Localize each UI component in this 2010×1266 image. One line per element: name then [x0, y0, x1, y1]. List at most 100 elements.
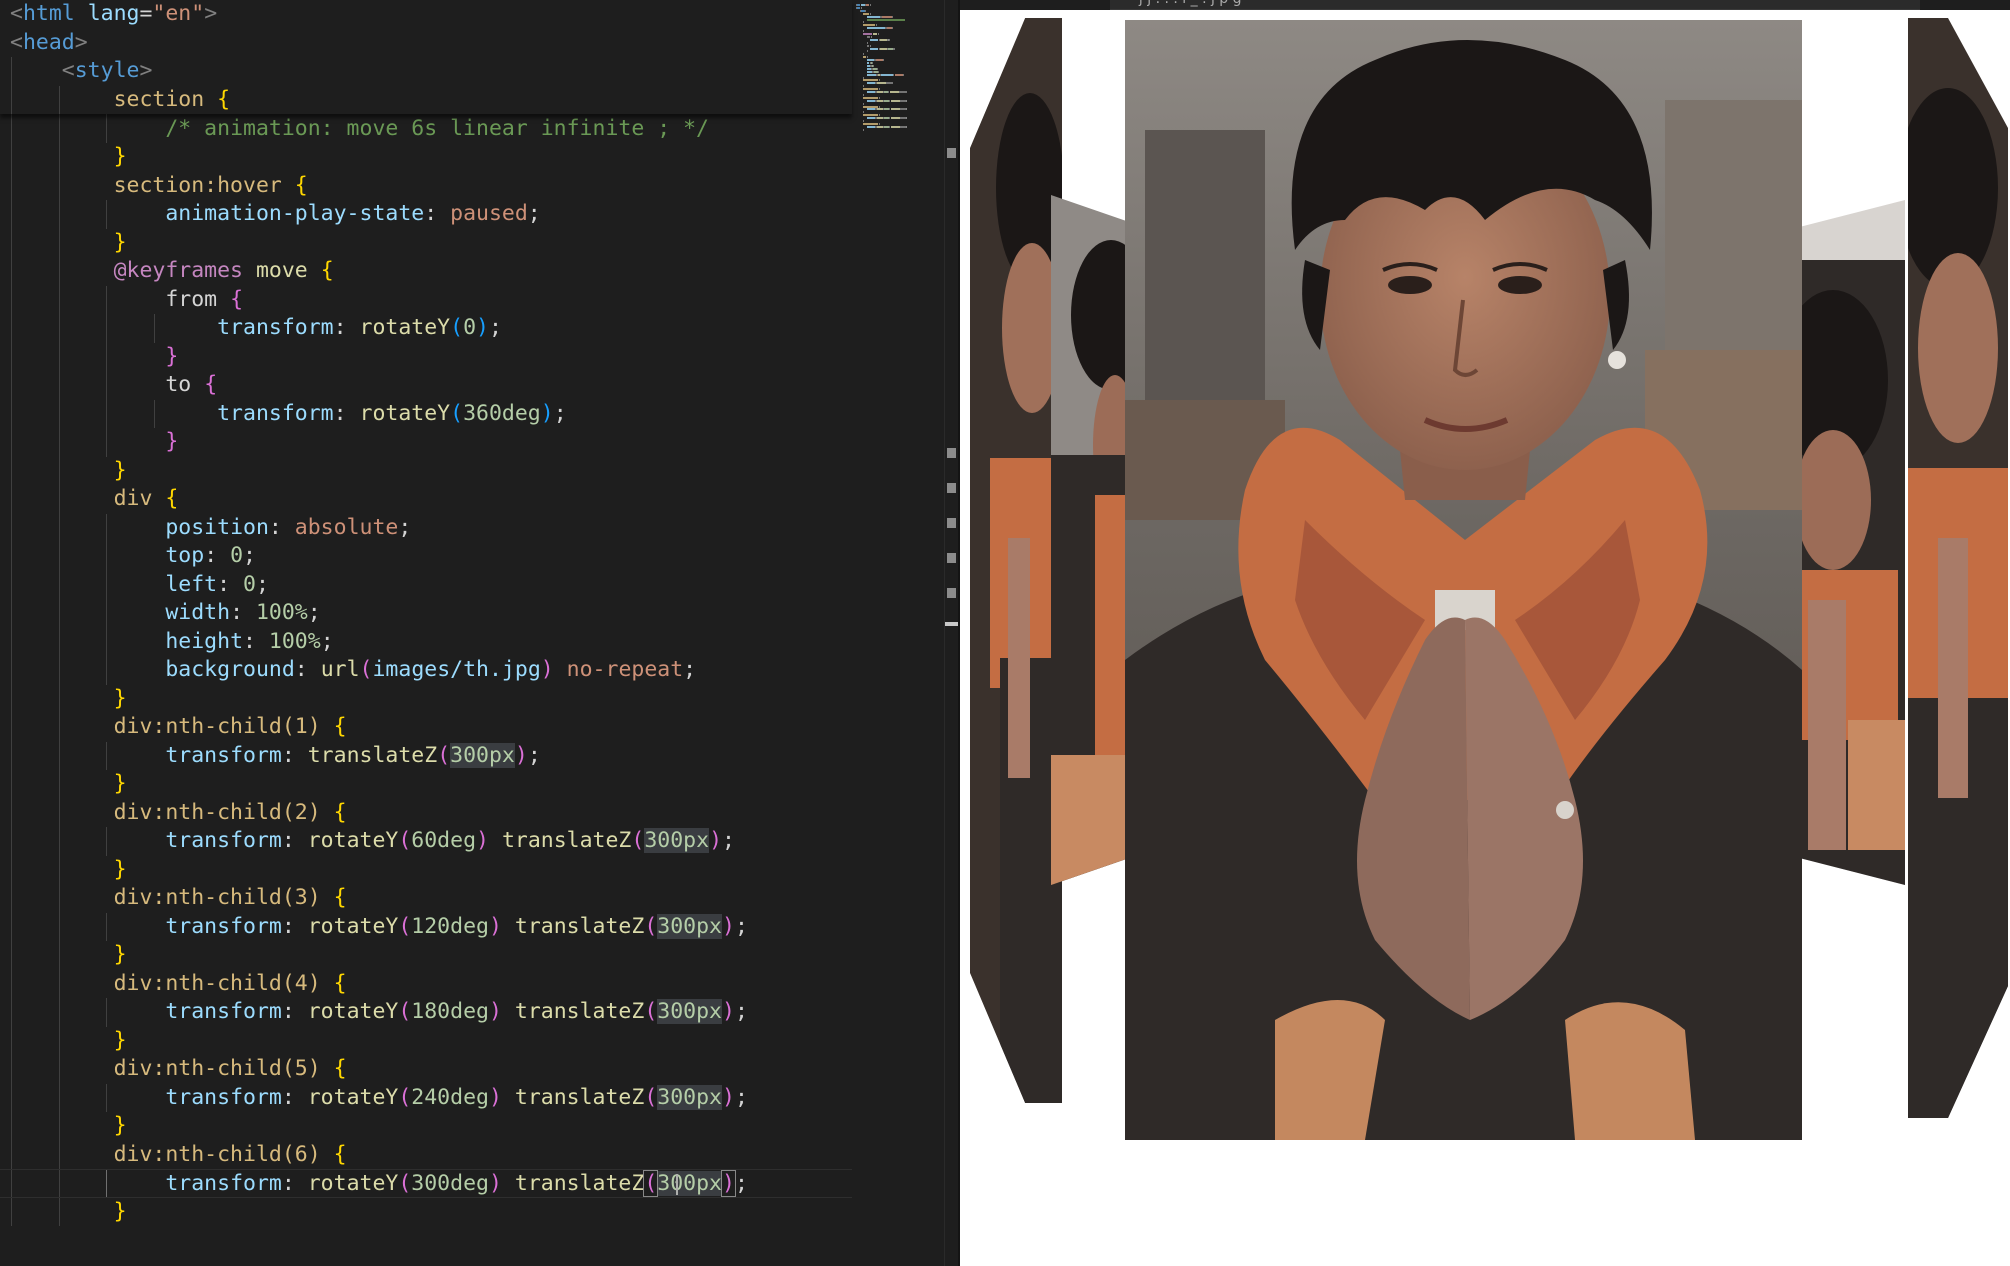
- code-token: :: [230, 600, 256, 625]
- carousel-panel-far-right: [1908, 18, 2008, 1118]
- address-bar[interactable]: · j j . . . i _ . j p g: [1110, 0, 1920, 10]
- code-line[interactable]: div:nth-child(6) {: [0, 1140, 852, 1169]
- code-line[interactable]: div:nth-child(1) {: [0, 713, 852, 742]
- code-token: 100%: [268, 628, 321, 654]
- code-line[interactable]: position: absolute;: [0, 513, 852, 542]
- minimap-mark: [863, 88, 878, 91]
- code-editor[interactable]: <html lang="en"> <head> <style> section {…: [0, 0, 958, 1266]
- code-line[interactable]: from {: [0, 285, 852, 314]
- code-line[interactable]: <head>: [0, 29, 852, 58]
- code-line[interactable]: width: 100%;: [0, 599, 852, 628]
- code-text: transform: rotateY(60deg) translateZ(300…: [10, 827, 735, 856]
- code-token: ;: [243, 543, 256, 568]
- minimap-mark: [877, 70, 879, 73]
- scroll-marker: [947, 518, 956, 528]
- code-token: :: [333, 315, 360, 340]
- minimap-mark: [906, 117, 908, 120]
- code-line[interactable]: transform: rotateY(60deg) translateZ(300…: [0, 827, 852, 856]
- code-line[interactable]: height: 100%;: [0, 627, 852, 656]
- code-token: to: [165, 372, 192, 397]
- minimap-mark: [889, 38, 891, 41]
- code-line[interactable]: transform: rotateY(0);: [0, 314, 852, 343]
- code-token: (: [359, 657, 373, 682]
- code-line[interactable]: left: 0;: [0, 570, 852, 599]
- minimap[interactable]: [852, 0, 944, 140]
- code-token: <: [61, 58, 75, 83]
- code-line[interactable]: section {: [0, 85, 852, 114]
- code-token: absolute: [294, 514, 399, 540]
- code-token: {: [294, 172, 308, 198]
- code-token: 100%: [255, 600, 308, 625]
- minimap-mark: [906, 108, 908, 111]
- code-line[interactable]: }: [0, 228, 852, 257]
- code-line[interactable]: <html lang="en">: [0, 0, 852, 29]
- code-line[interactable]: }: [0, 456, 852, 485]
- code-line[interactable]: transform: rotateY(120deg) translateZ(30…: [0, 912, 852, 941]
- code-token: ): [722, 1084, 735, 1110]
- minimap-mark: [866, 108, 875, 111]
- code-line[interactable]: }: [0, 941, 852, 970]
- minimap-mark: [866, 99, 875, 102]
- code-token: :: [333, 400, 360, 426]
- code-line[interactable]: }: [0, 342, 852, 371]
- code-line[interactable]: transform: rotateY(300deg) translateZ(30…: [0, 1169, 852, 1198]
- code-line[interactable]: }: [0, 684, 852, 713]
- code-line[interactable]: }: [0, 428, 852, 457]
- browser-preview: · j j . . . i _ . j p g: [960, 0, 2010, 1266]
- address-text: · j j . . . i _ . j p g: [1130, 0, 1242, 9]
- code-line[interactable]: transform: rotateY(180deg) translateZ(30…: [0, 998, 852, 1027]
- code-token: (: [398, 1084, 412, 1110]
- code-token: }: [113, 1027, 127, 1053]
- code-line[interactable]: }: [0, 770, 852, 799]
- code-line[interactable]: /* animation: move 6s linear infinite ; …: [0, 114, 852, 143]
- code-token: section:hover: [113, 172, 282, 198]
- code-line[interactable]: div:nth-child(5) {: [0, 1055, 852, 1084]
- minimap-mark: [866, 44, 869, 47]
- code-text: transform: rotateY(300deg) translateZ(30…: [10, 1170, 748, 1199]
- code-line[interactable]: animation-play-state: paused;: [0, 200, 852, 229]
- code-text: div {: [10, 485, 179, 514]
- code-token: left: [165, 571, 218, 597]
- sticky-scroll-header[interactable]: <html lang="en"> <head> <style> section {: [0, 0, 852, 114]
- code-line[interactable]: background: url(images/th.jpg) no-repeat…: [0, 656, 852, 685]
- minimap-mark: [878, 79, 880, 82]
- code-token: ;: [320, 628, 334, 654]
- code-text: }: [10, 428, 178, 457]
- code-token: ;: [734, 999, 748, 1024]
- code-line[interactable]: transform: rotateY(360deg);: [0, 399, 852, 428]
- code-token: 300px: [657, 913, 723, 939]
- code-line[interactable]: div {: [0, 485, 852, 514]
- editor-scrollbar[interactable]: [944, 0, 958, 1266]
- code-line[interactable]: to {: [0, 371, 852, 400]
- code-line[interactable]: <style>: [0, 57, 852, 86]
- scroll-marker: [947, 148, 956, 158]
- code-line[interactable]: section:hover {: [0, 171, 852, 200]
- code-token: :: [424, 201, 451, 226]
- code-line[interactable]: }: [0, 855, 852, 884]
- minimap-mark: [863, 102, 865, 105]
- code-line[interactable]: }: [0, 1112, 852, 1141]
- code-token: div: [113, 486, 153, 511]
- code-line[interactable]: transform: translateZ(300px);: [0, 741, 852, 770]
- code-line[interactable]: top: 0;: [0, 542, 852, 571]
- minimap-mark: [881, 73, 893, 76]
- code-token: (: [631, 828, 645, 853]
- code-line[interactable]: div:nth-child(4) {: [0, 969, 852, 998]
- code-line[interactable]: div:nth-child(3) {: [0, 884, 852, 913]
- code-token: 180deg: [411, 999, 489, 1024]
- code-line[interactable]: }: [0, 1197, 852, 1226]
- code-line[interactable]: div:nth-child(2) {: [0, 798, 852, 827]
- code-line[interactable]: @keyframes move {: [0, 257, 852, 286]
- code-line[interactable]: }: [0, 1026, 852, 1055]
- minimap-mark: [863, 24, 875, 27]
- code-token: 360deg: [463, 400, 541, 426]
- code-token: }: [113, 1198, 127, 1224]
- code-line[interactable]: }: [0, 143, 852, 172]
- code-line[interactable]: transform: rotateY(240deg) translateZ(30…: [0, 1083, 852, 1112]
- code-lines[interactable]: transform-style: preserve-3d; /* animati…: [0, 86, 852, 1226]
- code-token: paused: [450, 201, 528, 226]
